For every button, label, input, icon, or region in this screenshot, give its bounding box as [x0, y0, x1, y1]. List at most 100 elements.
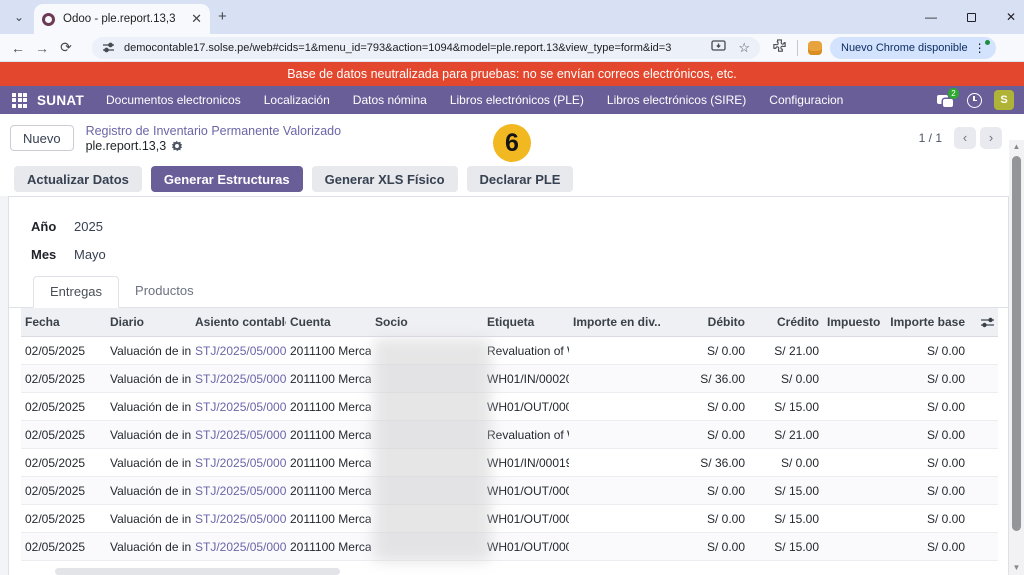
table-row[interactable]: 02/05/2025Valuación de inve...STJ/2025/0…	[21, 365, 998, 393]
table-row[interactable]: 02/05/2025Valuación de inve...STJ/2025/0…	[21, 505, 998, 533]
reload-button[interactable]: ⟳	[54, 39, 78, 56]
navbar-item-4[interactable]: Libros electrónicos (SIRE)	[607, 93, 746, 107]
column-header-asiento[interactable]: Asiento contable	[191, 315, 286, 329]
cell-asiento[interactable]: STJ/2025/05/0004	[191, 456, 286, 470]
tab-search-chevron-icon[interactable]: ⌄	[8, 7, 30, 27]
cell-asiento[interactable]: STJ/2025/05/0007	[191, 372, 286, 386]
browser-tab[interactable]: Odoo - ple.report.13,3 ✕	[34, 4, 210, 34]
table-row[interactable]: 02/05/2025Valuación de inve...STJ/2025/0…	[21, 421, 998, 449]
cell-credito: S/ 0.00	[749, 456, 823, 470]
actualizar-datos-button[interactable]: Actualizar Datos	[14, 166, 142, 192]
cell-cuenta: 2011100 Mercad...	[286, 456, 371, 470]
cell-debito: S/ 36.00	[661, 456, 749, 470]
chrome-update-button[interactable]: Nuevo Chrome disponible ⋮	[830, 37, 996, 59]
cell-credito: S/ 15.00	[749, 400, 823, 414]
window-minimize-button[interactable]: —	[924, 10, 938, 24]
extension-icon[interactable]	[808, 41, 822, 55]
address-bar[interactable]: democontable17.solse.pe/web#cids=1&menu_…	[92, 37, 760, 59]
optional-columns-icon[interactable]	[969, 317, 998, 328]
tab-productos[interactable]: Productos	[119, 276, 210, 308]
navbar-item-0[interactable]: Documentos electronicos	[106, 93, 241, 107]
odoo-navbar: SUNAT Documentos electronicos Localizació…	[0, 86, 1024, 114]
horizontal-scrollbar-thumb[interactable]	[55, 568, 340, 575]
cell-asiento[interactable]: STJ/2025/05/0002	[191, 512, 286, 526]
navbar-item-3[interactable]: Libros electrónicos (PLE)	[450, 93, 584, 107]
column-header-cuenta[interactable]: Cuenta	[286, 315, 371, 329]
site-settings-icon[interactable]	[102, 41, 115, 54]
cell-asiento[interactable]: STJ/2025/05/0008	[191, 344, 286, 358]
vertical-scrollbar[interactable]: ▲ ▼	[1009, 140, 1024, 575]
scroll-up-icon[interactable]: ▲	[1009, 140, 1024, 154]
annotation-marker-6: 6	[493, 124, 531, 162]
cell-asiento[interactable]: STJ/2025/05/0001	[191, 540, 286, 554]
new-tab-button[interactable]: +	[218, 8, 227, 25]
month-label: Mes	[31, 247, 65, 262]
column-header-socio[interactable]: Socio	[371, 315, 483, 329]
settings-gear-icon[interactable]	[171, 140, 183, 152]
tab-title: Odoo - ple.report.13,3	[63, 13, 185, 25]
cell-importe_base: S/ 0.00	[886, 484, 969, 498]
cell-asiento[interactable]: STJ/2025/05/0006	[191, 400, 286, 414]
forward-button[interactable]: →	[30, 40, 54, 56]
month-value[interactable]: Mayo	[74, 247, 106, 262]
new-record-button[interactable]: Nuevo	[10, 125, 74, 151]
column-header-debito[interactable]: Débito	[661, 315, 749, 329]
cell-credito: S/ 21.00	[749, 428, 823, 442]
browser-menu-icon[interactable]: ⋮	[968, 41, 992, 55]
tab-entregas[interactable]: Entregas	[33, 276, 119, 308]
column-header-etiqueta[interactable]: Etiqueta	[483, 315, 569, 329]
pager-previous-button[interactable]: ‹	[954, 127, 976, 149]
pager-next-button[interactable]: ›	[980, 127, 1002, 149]
table-row[interactable]: 02/05/2025Valuación de inve...STJ/2025/0…	[21, 449, 998, 477]
column-header-diario[interactable]: Diario	[106, 315, 191, 329]
scroll-down-icon[interactable]: ▼	[1009, 561, 1024, 575]
cell-etiqueta: WH01/OUT/0004...	[483, 540, 569, 554]
breadcrumb: Registro de Inventario Permanente Valori…	[86, 124, 341, 153]
table-row[interactable]: 02/05/2025Valuación de inve...STJ/2025/0…	[21, 393, 998, 421]
column-header-impuesto[interactable]: Impuesto	[823, 315, 886, 329]
vertical-scrollbar-thumb[interactable]	[1012, 156, 1021, 531]
activities-clock-icon[interactable]	[967, 93, 982, 108]
cell-cuenta: 2011100 Mercad...	[286, 540, 371, 554]
declarar-ple-button[interactable]: Declarar PLE	[467, 166, 574, 192]
navbar-item-2[interactable]: Datos nómina	[353, 93, 427, 107]
cell-diario: Valuación de inve...	[106, 428, 191, 442]
url-text[interactable]: democontable17.solse.pe/web#cids=1&menu_…	[124, 42, 703, 54]
cell-importe_base: S/ 0.00	[886, 456, 969, 470]
breadcrumb-title[interactable]: Registro de Inventario Permanente Valori…	[86, 124, 341, 138]
window-close-button[interactable]: ✕	[1004, 10, 1018, 24]
cell-credito: S/ 15.00	[749, 484, 823, 498]
back-button[interactable]: ←	[6, 40, 30, 56]
table-row[interactable]: 02/05/2025Valuación de inve...STJ/2025/0…	[21, 477, 998, 505]
table-row[interactable]: 02/05/2025Valuación de inve...STJ/2025/0…	[21, 533, 998, 561]
generar-estructuras-button[interactable]: Generar Estructuras	[151, 166, 303, 192]
lines-table: FechaDiarioAsiento contableCuentaSocioEt…	[21, 308, 998, 561]
cell-fecha: 02/05/2025	[21, 540, 106, 554]
extensions-puzzle-icon[interactable]	[772, 38, 787, 58]
cell-asiento[interactable]: STJ/2025/05/0005	[191, 428, 286, 442]
column-header-importe_div[interactable]: Importe en div...	[569, 315, 661, 329]
year-value[interactable]: 2025	[74, 219, 103, 234]
navbar-item-5[interactable]: Configuracion	[769, 93, 843, 107]
cell-debito: S/ 0.00	[661, 540, 749, 554]
user-avatar[interactable]: S	[994, 90, 1014, 110]
apps-grid-icon[interactable]	[12, 93, 27, 108]
column-header-importe_base[interactable]: Importe base	[886, 315, 969, 329]
app-brand[interactable]: SUNAT	[37, 93, 84, 108]
generar-xls-fisico-button[interactable]: Generar XLS Físico	[312, 166, 458, 192]
cell-asiento[interactable]: STJ/2025/05/0003	[191, 484, 286, 498]
window-maximize-button[interactable]	[964, 13, 978, 22]
table-row[interactable]: 02/05/2025Valuación de inve...STJ/2025/0…	[21, 337, 998, 365]
navbar-item-1[interactable]: Localización	[264, 93, 330, 107]
column-header-fecha[interactable]: Fecha	[21, 315, 106, 329]
cell-cuenta: 2011100 Mercad...	[286, 428, 371, 442]
bookmark-star-icon[interactable]: ☆	[738, 40, 750, 56]
cell-etiqueta: WH01/IN/00019 ...	[483, 456, 569, 470]
install-app-icon[interactable]	[711, 39, 726, 57]
messages-icon[interactable]: 2	[937, 93, 955, 107]
odoo-favicon-icon	[42, 13, 55, 26]
cell-credito: S/ 0.00	[749, 372, 823, 386]
column-header-credito[interactable]: Crédito	[749, 315, 823, 329]
cell-debito: S/ 0.00	[661, 512, 749, 526]
tab-close-icon[interactable]: ✕	[191, 11, 202, 27]
